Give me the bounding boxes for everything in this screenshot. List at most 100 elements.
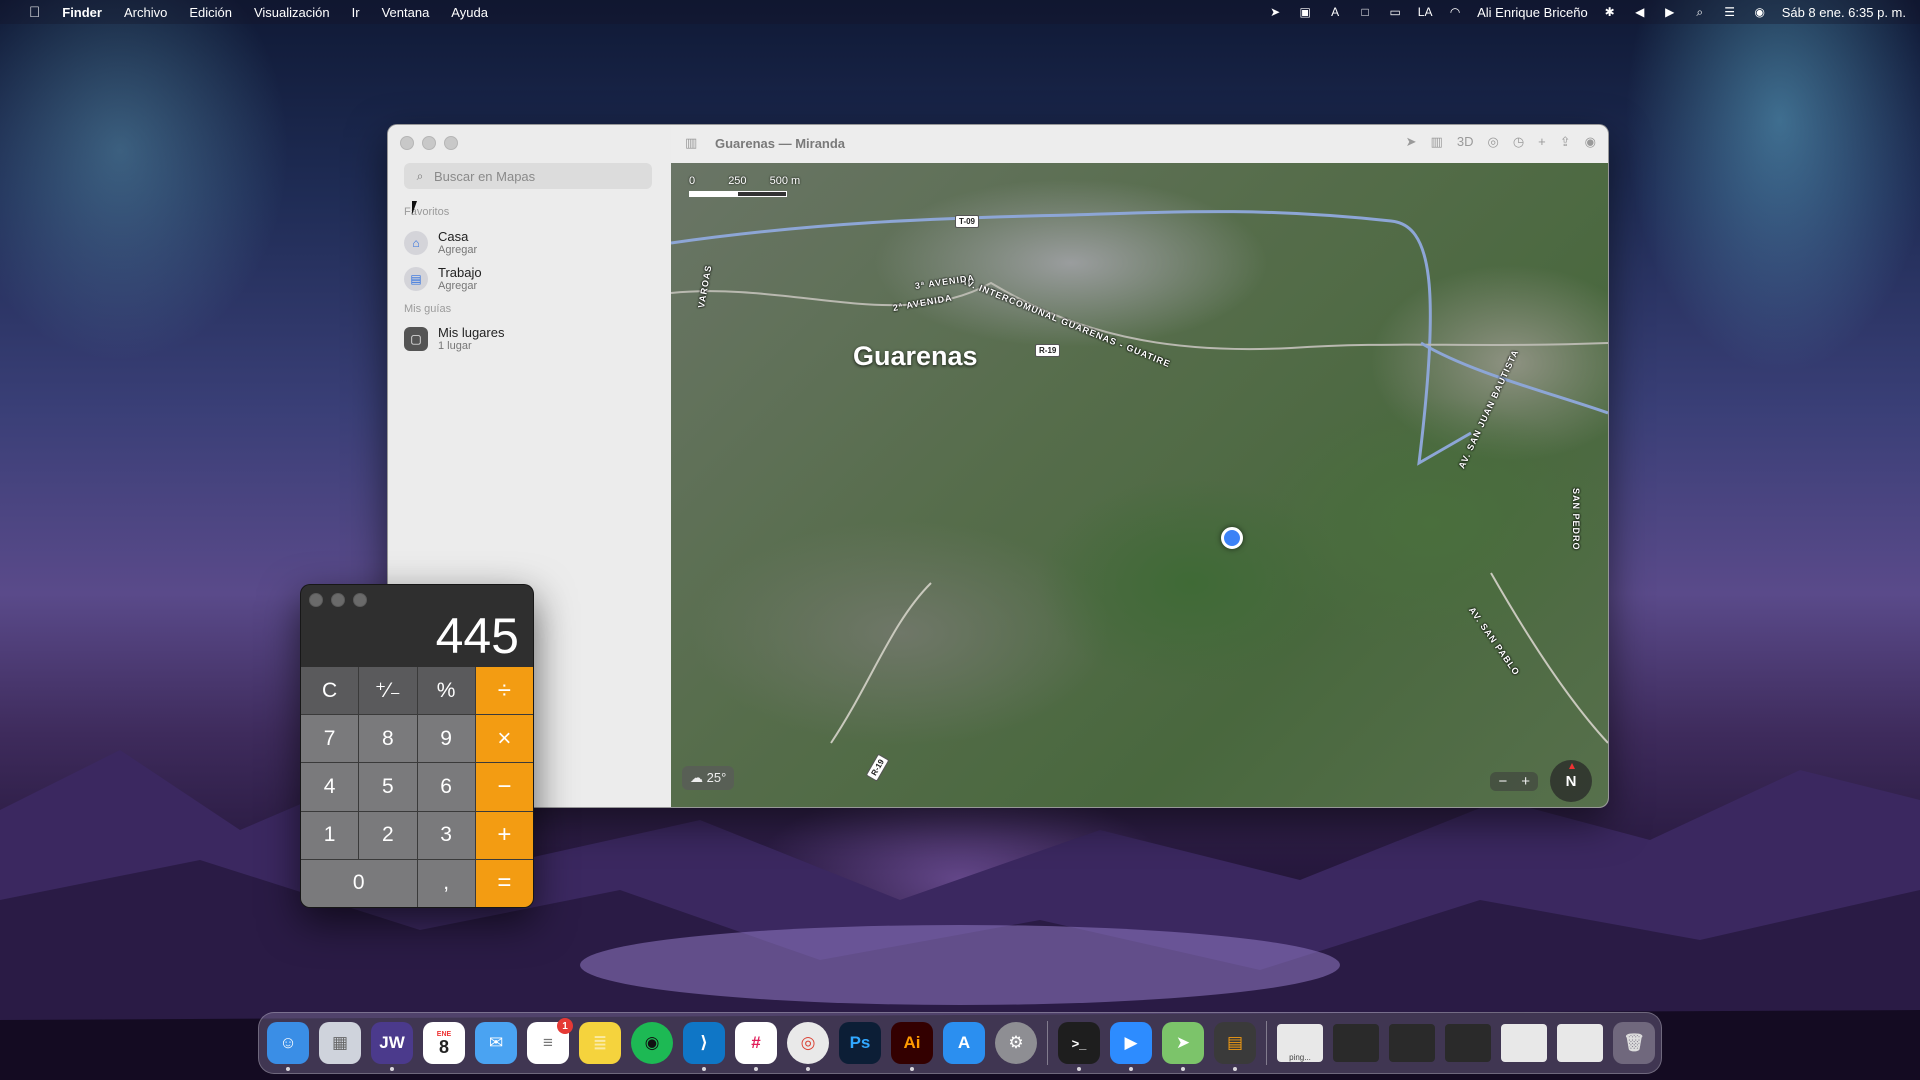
look-around-icon[interactable]: ◎ bbox=[1487, 134, 1498, 150]
key-3[interactable]: 3 bbox=[417, 811, 475, 859]
key-subtract[interactable]: − bbox=[475, 763, 533, 811]
favorite-label: Trabajo bbox=[438, 265, 482, 280]
stop-icon[interactable]: □ bbox=[1357, 5, 1373, 19]
dock-reminders[interactable]: ≡ 1 bbox=[527, 1018, 573, 1064]
dock-jw-library[interactable]: JW bbox=[371, 1022, 413, 1071]
close-button[interactable] bbox=[400, 136, 414, 150]
dock-slack[interactable]: # bbox=[735, 1022, 777, 1071]
zoom-button[interactable] bbox=[444, 136, 458, 150]
menubar-user-name[interactable]: Ali Enrique Briceño bbox=[1477, 5, 1588, 20]
control-center-icon[interactable]: ☰ bbox=[1722, 5, 1738, 19]
dock-maps[interactable]: ➤ bbox=[1162, 1022, 1204, 1071]
bluetooth-icon[interactable]: ✱ bbox=[1602, 5, 1618, 19]
dock-calendar[interactable]: ENE 8 bbox=[423, 1022, 465, 1064]
terminal-icon: >_ bbox=[1071, 1035, 1087, 1051]
dock-trash[interactable]: 🗑 bbox=[1613, 1022, 1655, 1064]
clock-icon[interactable]: ◷ bbox=[1513, 134, 1524, 150]
weather-badge[interactable]: ☁ 25° bbox=[682, 766, 735, 790]
dock-launchpad[interactable]: ▦ bbox=[319, 1022, 361, 1064]
guide-mis-lugares[interactable]: ▢ Mis lugares 1 lugar bbox=[404, 325, 504, 353]
zoom-out-button[interactable]: − bbox=[1498, 773, 1507, 790]
dock-zoom[interactable]: ▶ bbox=[1110, 1022, 1152, 1071]
dock-illustrator[interactable]: Ai bbox=[891, 1022, 933, 1071]
dock-app-store[interactable]: A bbox=[943, 1022, 985, 1064]
battery-icon[interactable]: ▭ bbox=[1387, 5, 1403, 19]
spotlight-search-icon[interactable]: ⌕ bbox=[1692, 5, 1708, 19]
3d-button[interactable]: 3D bbox=[1457, 134, 1474, 150]
zoom-button[interactable] bbox=[353, 593, 367, 607]
map-mode-icon[interactable]: ▥ bbox=[1431, 134, 1443, 150]
dock-photoshop[interactable]: Ps bbox=[839, 1022, 881, 1064]
minimize-button[interactable] bbox=[331, 593, 345, 607]
dock-finder[interactable]: ☺ bbox=[267, 1022, 309, 1071]
key-divide[interactable]: ÷ bbox=[475, 667, 533, 715]
key-7[interactable]: 7 bbox=[301, 715, 359, 763]
key-0[interactable]: 0 bbox=[301, 859, 417, 907]
key-percent[interactable]: % bbox=[417, 667, 475, 715]
dock-terminal[interactable]: >_ bbox=[1058, 1022, 1100, 1071]
menu-ir[interactable]: Ir bbox=[341, 5, 371, 20]
key-clear[interactable]: C bbox=[301, 667, 359, 715]
now-playing-icon[interactable]: ▶ bbox=[1662, 5, 1678, 19]
zoom-in-button[interactable]: + bbox=[1521, 773, 1530, 790]
dock-mail[interactable]: ✉ bbox=[475, 1022, 517, 1064]
map-view[interactable]: 0 250 500 m Guarenas AV. INTERCOMUNAL GU… bbox=[671, 163, 1608, 807]
dock-system-settings[interactable]: ⚙ bbox=[995, 1022, 1037, 1064]
account-icon[interactable]: ◉ bbox=[1585, 134, 1596, 150]
dock-notes[interactable]: ≣ bbox=[579, 1022, 621, 1064]
favorite-trabajo[interactable]: ▤ Trabajo Agregar bbox=[404, 265, 482, 293]
volume-icon[interactable]: ◀ bbox=[1632, 5, 1648, 19]
slack-icon: # bbox=[751, 1033, 761, 1052]
minimized-window-jw[interactable] bbox=[1557, 1024, 1603, 1062]
share-icon[interactable]: ⇪ bbox=[1560, 134, 1571, 150]
key-sign[interactable]: ⁺∕₋ bbox=[359, 667, 417, 715]
compass-button[interactable]: N bbox=[1550, 760, 1592, 802]
minimized-window-ping[interactable]: ping... bbox=[1277, 1024, 1323, 1062]
menu-ayuda[interactable]: Ayuda bbox=[440, 5, 499, 20]
map-scale-labels: 0 250 500 m bbox=[689, 175, 800, 187]
key-4[interactable]: 4 bbox=[301, 763, 359, 811]
key-multiply[interactable]: × bbox=[475, 715, 533, 763]
menu-archivo[interactable]: Archivo bbox=[113, 5, 178, 20]
menu-edicion[interactable]: Edición bbox=[178, 5, 243, 20]
search-icon: ⌕ bbox=[416, 169, 424, 183]
key-decimal[interactable]: , bbox=[417, 859, 475, 907]
menubar-clock[interactable]: Sáb 8 ene. 6:35 p. m. bbox=[1782, 5, 1906, 20]
screen-record-icon[interactable]: ▣ bbox=[1297, 5, 1313, 19]
current-location-icon[interactable]: ➤ bbox=[1406, 134, 1417, 150]
key-8[interactable]: 8 bbox=[359, 715, 417, 763]
text-input-icon[interactable]: A bbox=[1327, 5, 1343, 19]
minimized-window-illustrator[interactable] bbox=[1445, 1024, 1491, 1062]
key-9[interactable]: 9 bbox=[417, 715, 475, 763]
wifi-icon[interactable]: ◠ bbox=[1447, 5, 1463, 19]
key-2[interactable]: 2 bbox=[359, 811, 417, 859]
apple-menu-icon[interactable]:  bbox=[18, 4, 51, 21]
key-equals[interactable]: = bbox=[475, 859, 533, 907]
minimize-button[interactable] bbox=[422, 136, 436, 150]
keyboard-layout-icon[interactable]: LA bbox=[1417, 5, 1433, 19]
dock-calculator[interactable]: ▤ bbox=[1214, 1022, 1256, 1071]
dock-spotify[interactable]: ◉ bbox=[631, 1022, 673, 1064]
search-field[interactable]: ⌕ Buscar en Mapas bbox=[404, 163, 652, 189]
dock-chrome[interactable]: ◎ bbox=[787, 1022, 829, 1071]
menu-app-name[interactable]: Finder bbox=[51, 5, 113, 20]
minimized-window-finder[interactable] bbox=[1501, 1024, 1547, 1062]
key-add[interactable]: + bbox=[475, 811, 533, 859]
minimized-window-vscode[interactable] bbox=[1389, 1024, 1435, 1062]
minimized-window-chrome[interactable] bbox=[1333, 1024, 1379, 1062]
key-5[interactable]: 5 bbox=[359, 763, 417, 811]
menu-visualizacion[interactable]: Visualización bbox=[243, 5, 341, 20]
add-icon[interactable]: + bbox=[1538, 134, 1546, 150]
zoom-video-icon: ▶ bbox=[1124, 1033, 1138, 1052]
key-6[interactable]: 6 bbox=[417, 763, 475, 811]
favorite-casa[interactable]: ⌂ Casa Agregar bbox=[404, 229, 477, 257]
key-1[interactable]: 1 bbox=[301, 811, 359, 859]
dock-vscode[interactable]: ⟩ bbox=[683, 1022, 725, 1071]
current-location-pin[interactable] bbox=[1221, 527, 1243, 549]
cloud-sun-icon: ☁ bbox=[690, 770, 703, 785]
location-arrow-icon[interactable]: ➤ bbox=[1267, 5, 1283, 19]
close-button[interactable] bbox=[309, 593, 323, 607]
sidebar-toggle-icon[interactable]: ▥ bbox=[685, 135, 701, 151]
siri-icon[interactable]: ◉ bbox=[1752, 5, 1768, 19]
menu-ventana[interactable]: Ventana bbox=[371, 5, 441, 20]
